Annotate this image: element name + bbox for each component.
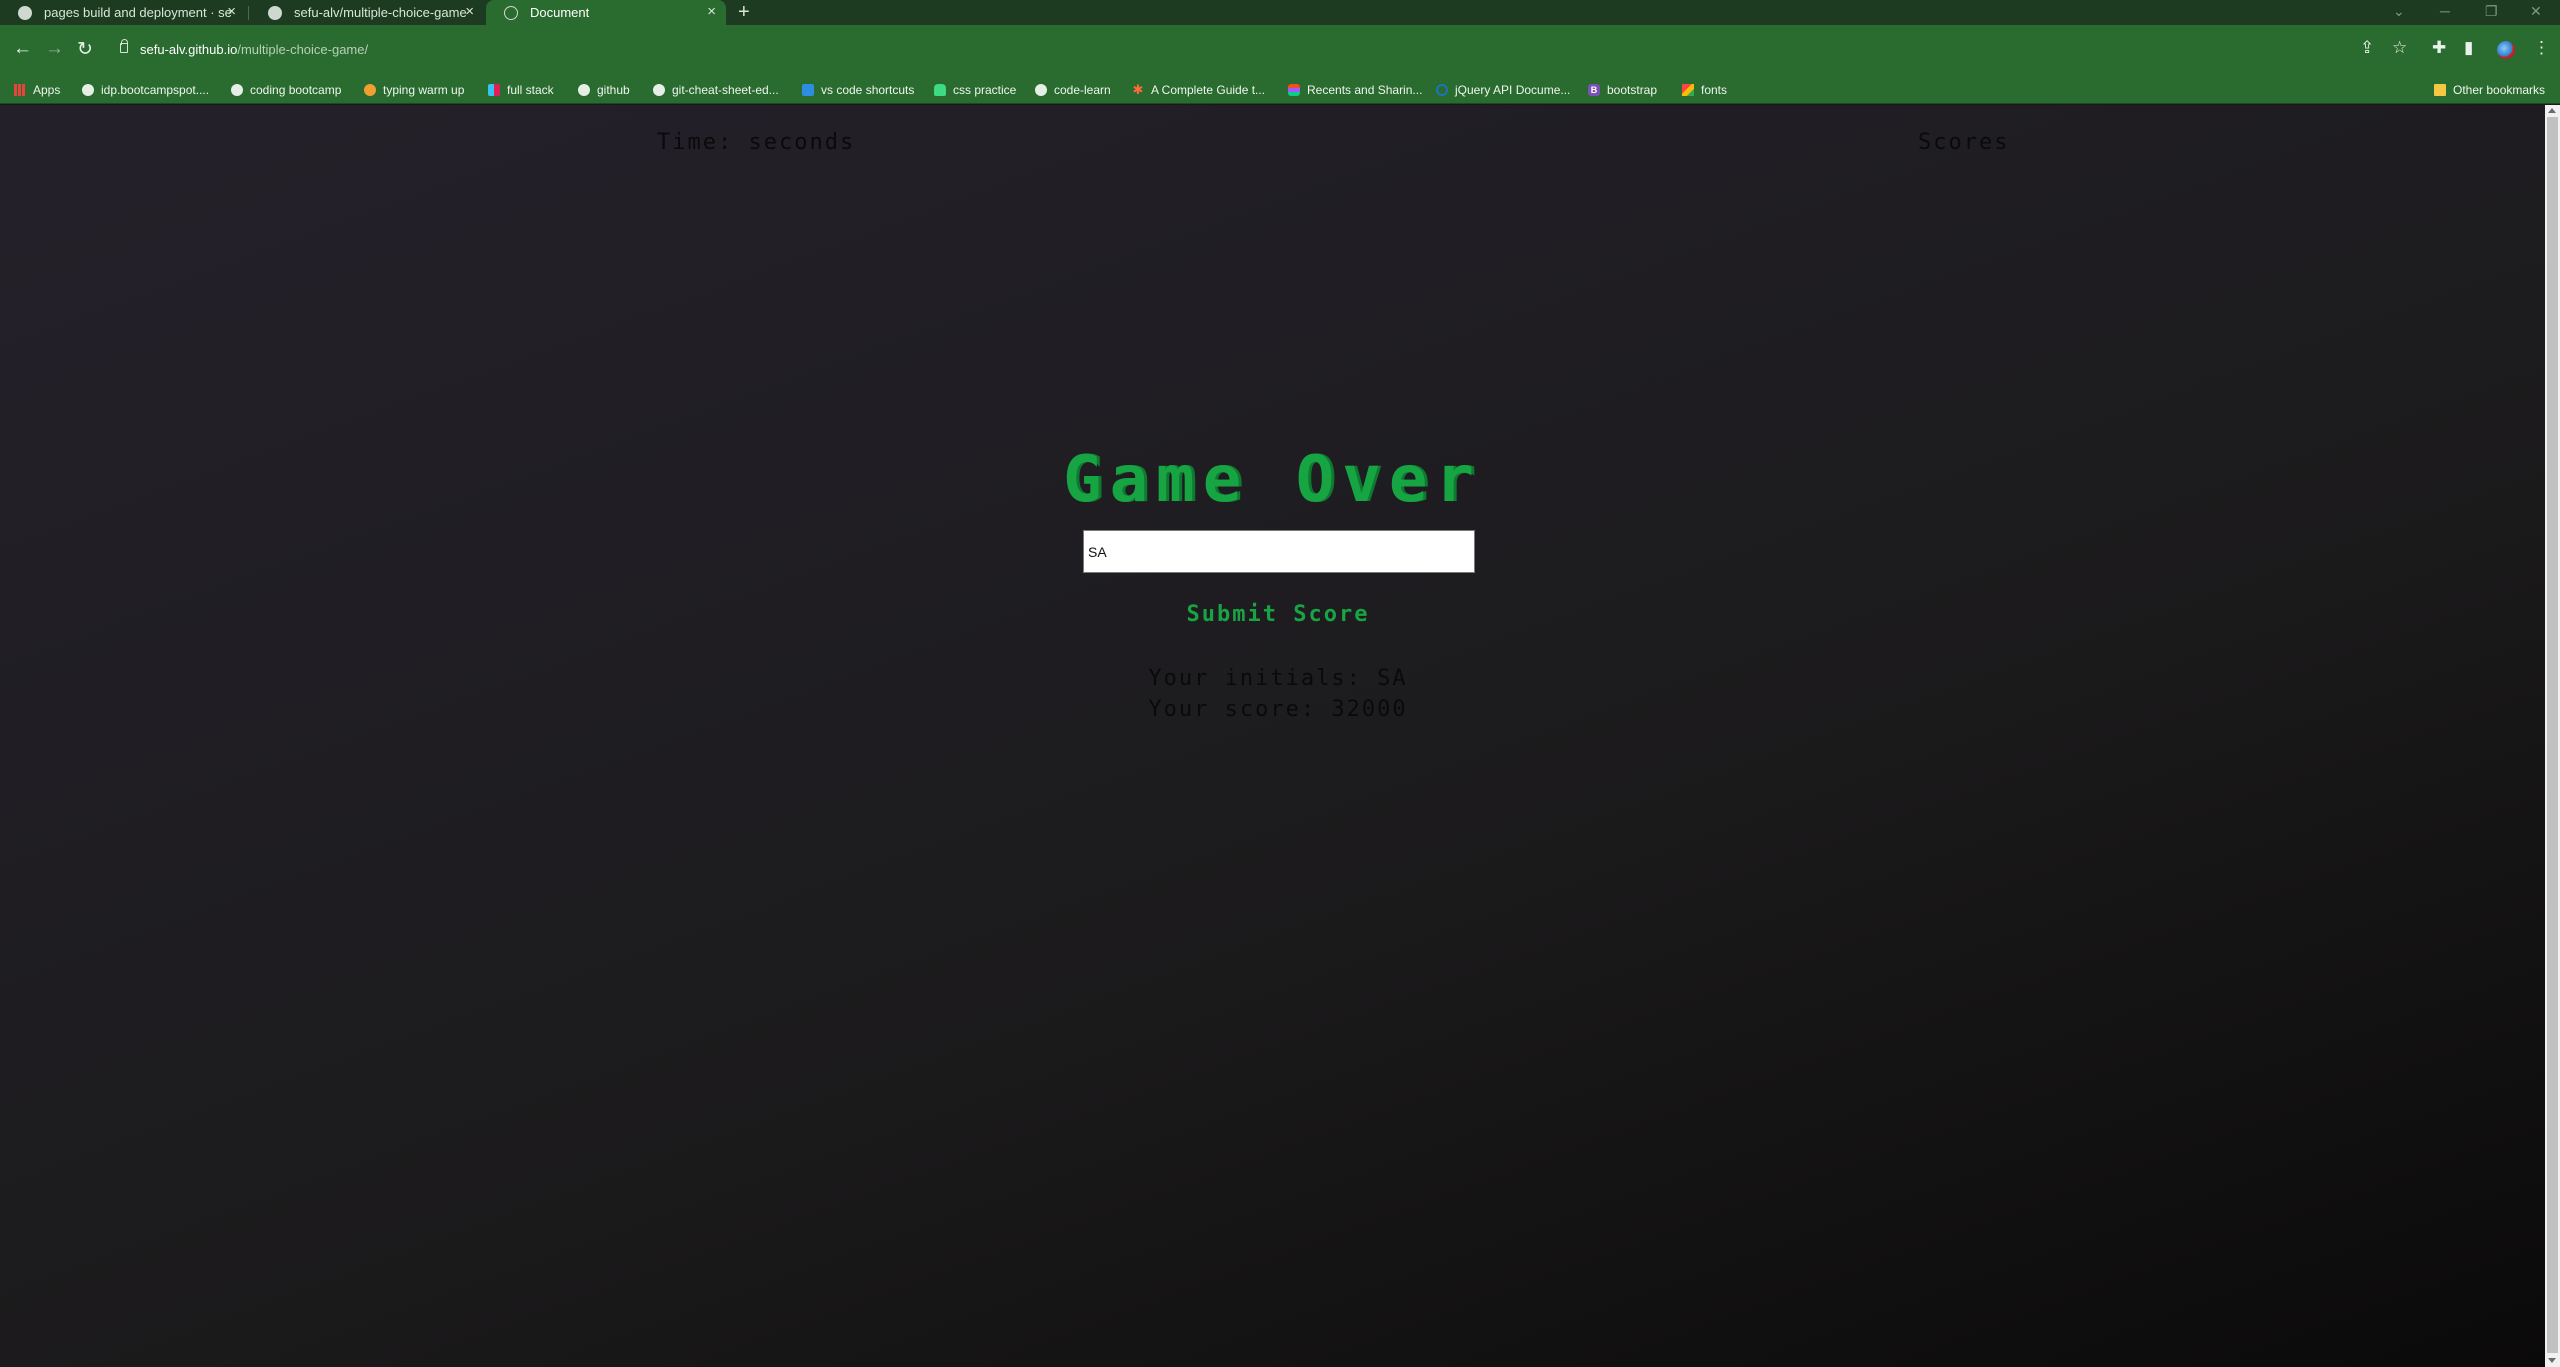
scroll-down-icon[interactable] [2548, 1358, 2556, 1363]
bookmark-label: code-learn [1054, 83, 1111, 97]
bookmark-complete-guide[interactable]: ✱ A Complete Guide t... [1132, 77, 1266, 103]
tab-repo[interactable]: sefu-alv/multiple-choice-game × [250, 0, 484, 25]
bookmark-label: jQuery API Docume... [1455, 83, 1571, 97]
apps-grid-icon [14, 84, 26, 96]
share-icon[interactable]: ⇪ [2360, 38, 2374, 58]
bookmark-bootstrap[interactable]: Bbootstrap [1588, 77, 1657, 103]
timer-text: Time: seconds [657, 130, 856, 155]
globe-icon [504, 6, 518, 20]
bookmark-label: Recents and Sharin... [1307, 83, 1423, 97]
bookmark-label: Apps [33, 83, 61, 97]
vertical-scrollbar[interactable] [2545, 105, 2560, 1367]
vscode-icon [802, 84, 814, 96]
bookmark-git-cheat-sheet[interactable]: git-cheat-sheet-ed... [653, 77, 779, 103]
scroll-up-icon[interactable] [2548, 108, 2556, 113]
bookmark-figma[interactable]: Recents and Sharin... [1288, 77, 1422, 103]
initials-input[interactable] [1083, 530, 1475, 573]
mt-icon [364, 84, 376, 96]
side-panel-icon[interactable]: ▮ [2464, 38, 2473, 58]
close-icon[interactable]: × [465, 3, 474, 20]
close-window-icon[interactable]: ✕ [2530, 0, 2542, 25]
address-bar[interactable]: sefu-alv.github.io/multiple-choice-game/ [116, 39, 2366, 61]
bootstrap-icon: B [1588, 84, 1600, 96]
bookmark-label: idp.bootcampspot.... [101, 83, 210, 97]
other-bookmarks-label: Other bookmarks [2453, 83, 2546, 97]
figma-icon [1288, 84, 1300, 96]
page-title: Game Over [1063, 443, 1482, 517]
github-icon [18, 6, 32, 20]
lock-icon [120, 39, 128, 53]
bookmark-label: vs code shortcuts [821, 83, 915, 97]
close-icon[interactable]: × [707, 3, 716, 20]
back-icon[interactable]: ← [13, 38, 32, 60]
url-path: /multiple-choice-game/ [237, 42, 369, 57]
bookmark-github[interactable]: github [578, 77, 630, 103]
result-initials: Your initials: SA [1148, 666, 1408, 691]
tab-search-icon[interactable]: ⌄ [2393, 0, 2405, 25]
bookmark-css-practice[interactable]: css practice [934, 77, 1016, 103]
bookmark-code-learn[interactable]: code-learn [1035, 77, 1111, 103]
scores-link[interactable]: Scores [1918, 130, 2009, 155]
bookmark-label: fonts [1701, 83, 1728, 97]
result-score: Your score: 32000 [1148, 697, 1408, 722]
bookmark-label: full stack [507, 83, 554, 97]
bookmark-label: git-cheat-sheet-ed... [672, 83, 779, 97]
bookmark-coding-bootcamp[interactable]: coding bootcamp [231, 77, 341, 103]
bookmark-typing[interactable]: typing warm up [364, 77, 464, 103]
star-icon: ✱ [1132, 82, 1144, 97]
bookmark-label: typing warm up [383, 83, 465, 97]
extensions-icon[interactable]: ✚ [2432, 38, 2446, 58]
fonts-icon [1682, 84, 1694, 96]
github-icon [268, 6, 282, 20]
tab-label: pages build and deployment · se [44, 5, 232, 20]
bookmark-apps[interactable]: Apps [14, 77, 60, 103]
bookmark-label: bootstrap [1607, 83, 1658, 97]
close-icon[interactable]: × [227, 3, 236, 20]
forward-icon[interactable]: → [45, 38, 64, 60]
slack-icon [488, 84, 500, 96]
tab-divider [248, 6, 249, 20]
submit-score-button[interactable]: Submit Score [0, 602, 2545, 627]
bookmark-idp[interactable]: idp.bootcampspot.... [82, 77, 209, 103]
tab-label: Document [530, 5, 590, 20]
restore-icon[interactable]: ❐ [2485, 0, 2498, 25]
bookmark-vs-code[interactable]: vs code shortcuts [802, 77, 914, 103]
bookmark-star-icon[interactable]: ☆ [2392, 38, 2407, 58]
globe-icon [1035, 84, 1047, 96]
tab-label: sefu-alv/multiple-choice-game [294, 5, 467, 20]
jquery-icon [1436, 84, 1448, 96]
tab-document[interactable]: Document × [486, 0, 726, 25]
new-tab-button[interactable]: + [738, 0, 750, 25]
scrollbar-thumb[interactable] [2547, 117, 2558, 1353]
bookmark-label: coding bootcamp [250, 83, 342, 97]
bookmark-label: github [597, 83, 630, 97]
github-icon [653, 84, 665, 96]
bookmark-label: A Complete Guide t... [1151, 83, 1266, 97]
reload-icon[interactable]: ↻ [77, 38, 93, 61]
bookmark-label: css practice [953, 83, 1017, 97]
globe-icon [231, 84, 243, 96]
globe-icon [82, 84, 94, 96]
page-viewport: Time: seconds Scores Game Over Submit Sc… [0, 105, 2545, 1367]
other-bookmarks[interactable]: Other bookmarks [2434, 77, 2545, 103]
folder-icon [2434, 84, 2446, 96]
url-host: sefu-alv.github.io [140, 42, 238, 57]
profile-avatar[interactable] [2497, 41, 2515, 59]
bookmark-jquery[interactable]: jQuery API Docume... [1436, 77, 1570, 103]
menu-kebab-icon[interactable]: ⋮ [2533, 38, 2550, 58]
bookmark-fonts[interactable]: fonts [1682, 77, 1727, 103]
github-icon [578, 84, 590, 96]
android-icon [934, 84, 946, 96]
tab-pages-build[interactable]: pages build and deployment · se × [0, 0, 246, 25]
url-text: sefu-alv.github.io/multiple-choice-game/ [140, 42, 368, 57]
bookmark-full-stack[interactable]: full stack [488, 77, 554, 103]
tab-strip: pages build and deployment · se × sefu-a… [0, 0, 2560, 25]
minimize-icon[interactable]: ─ [2440, 0, 2450, 25]
